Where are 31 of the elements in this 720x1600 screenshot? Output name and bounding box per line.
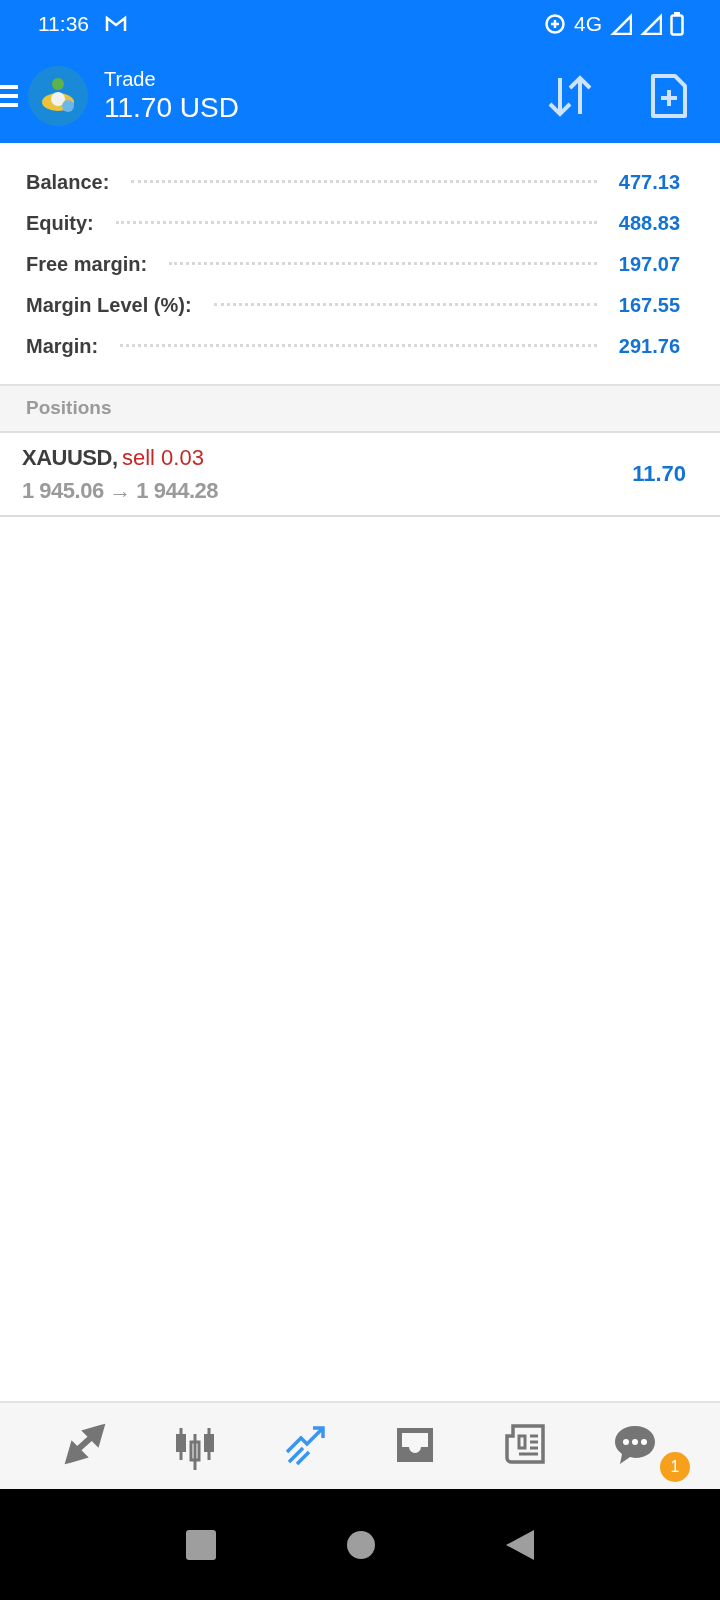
app-logo-icon [28,65,88,126]
battery-icon [670,12,684,36]
clock: 11:36 [38,11,89,38]
mail-icon [105,15,127,33]
floating-profit: 11.70 USD [104,90,239,125]
sync-icon [544,13,566,35]
field-value: 488.83 [618,210,680,236]
field-label: Balance: [26,169,110,195]
menu-icon[interactable] [0,82,20,109]
screen-title: Trade [104,66,157,91]
position-row[interactable]: XAUUSD, sell 0.03 1 945.06 → 1 944.28 11.70 [0,432,720,517]
symbol-label: XAUUSD, [22,444,118,470]
position-profit: 11.70 [632,460,686,488]
field-value: 477.13 [618,169,680,195]
home-button[interactable] [347,1530,375,1559]
signal-icon [610,13,632,35]
field-label: Free margin: [26,251,148,277]
notification-badge: 1 [660,1452,690,1482]
field-value: 197.07 [618,251,680,277]
field-label: Margin: [26,333,99,359]
signal-icon [640,13,662,35]
back-button[interactable] [506,1529,535,1560]
price-range: 1 945.06 → 1 944.28 [22,476,218,505]
field-label: Equity: [26,210,94,236]
field-value: 167.55 [618,292,680,318]
field-value: 291.76 [618,333,680,359]
section-header: Positions [0,384,720,433]
network-type: 4G [574,11,602,38]
field-label: Margin Level (%): [26,292,192,318]
recents-button[interactable] [185,1529,216,1560]
order-type: sell 0.03 [121,444,204,470]
